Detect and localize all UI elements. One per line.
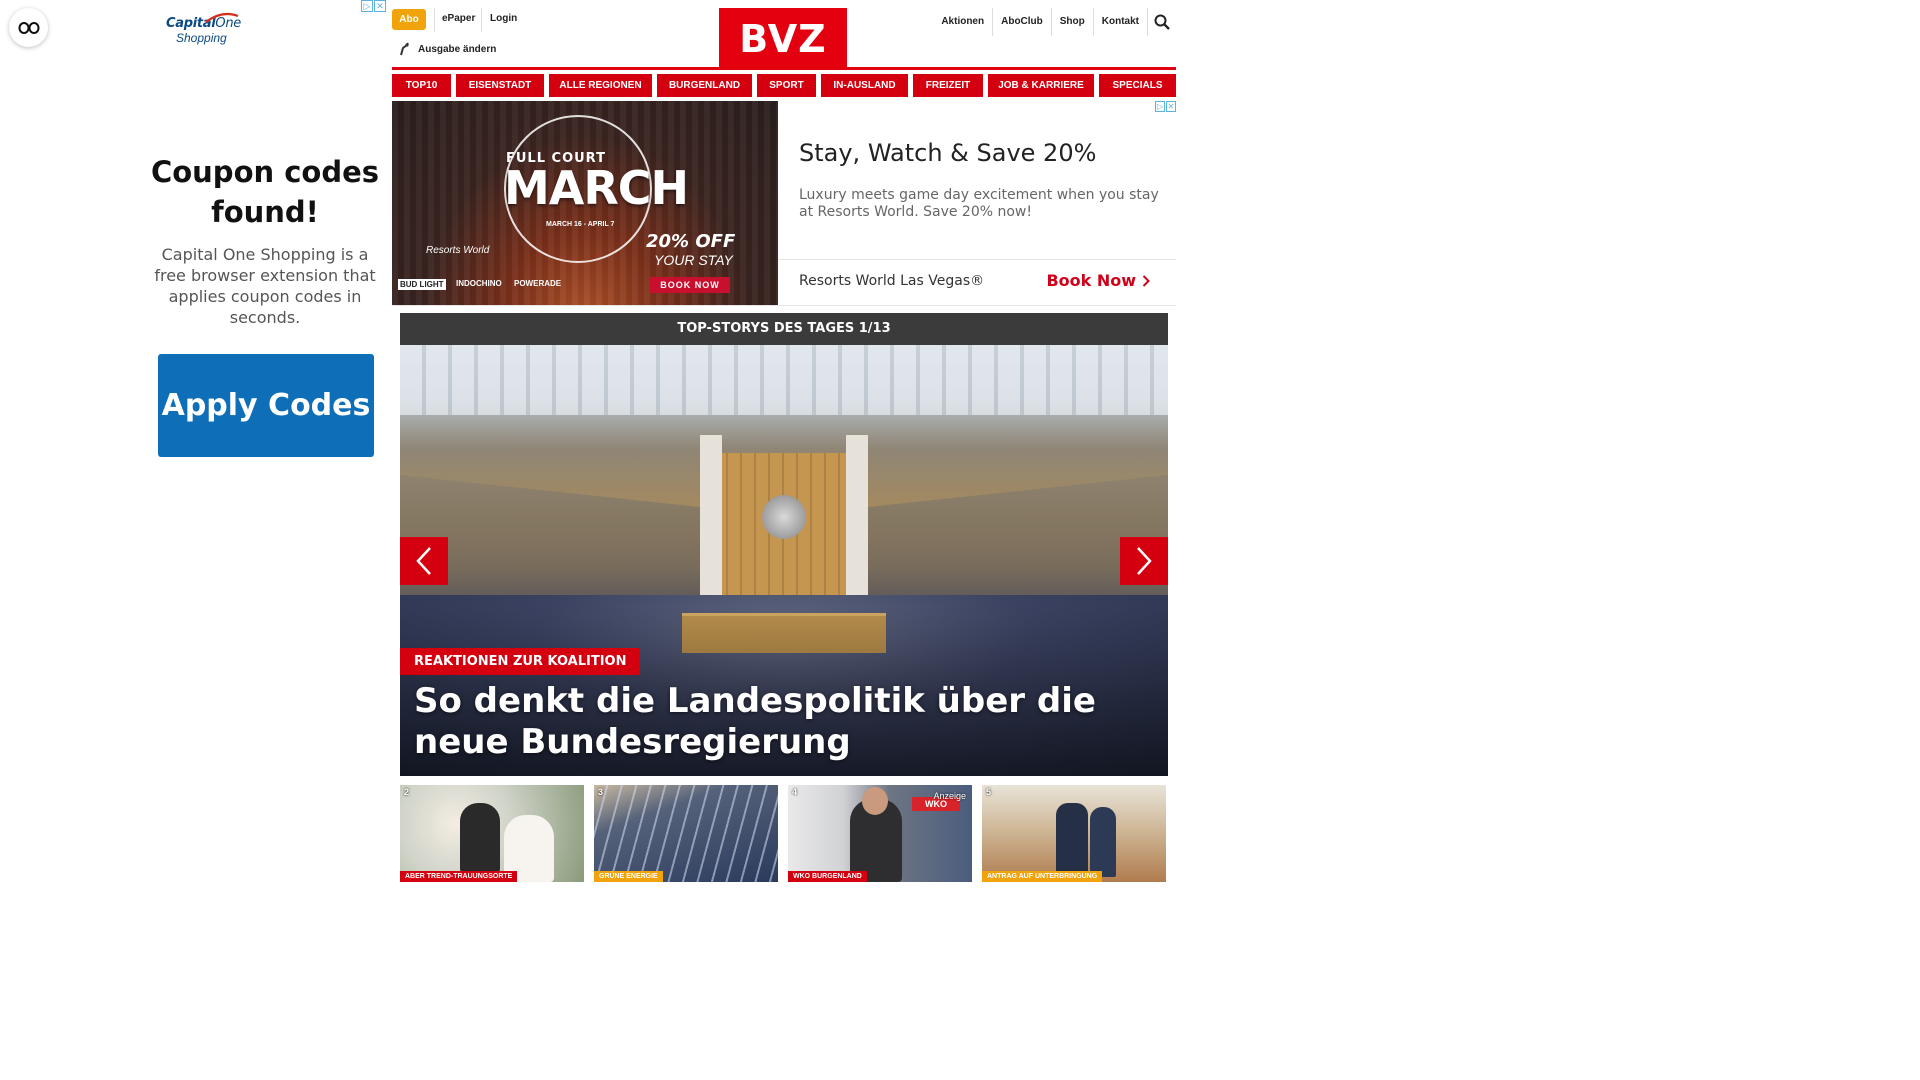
story-thumbnails: 2 ABER TREND-TRAUUNGSORTE 3 GRÜNE ENERGI… [400, 785, 1168, 882]
thumb-story-2[interactable]: 2 ABER TREND-TRAUUNGSORTE [400, 785, 584, 882]
anzeige-label: Anzeige [933, 791, 966, 801]
coupon-description: Capital One Shopping is a free browser e… [154, 245, 376, 327]
sponsor-indochino: INDOCHINO [456, 279, 502, 288]
kontakt-link[interactable]: Kontakt [1094, 8, 1148, 36]
hero-story[interactable]: REAKTIONEN ZUR KOALITION So denkt die La… [400, 345, 1168, 776]
ad-text[interactable]: ▷ ✕ Stay, Watch & Save 20% Luxury meets … [778, 101, 1176, 305]
resorts-world-ad[interactable]: FULL COURT MARCH MARCH 16 - APRIL 7 Reso… [392, 101, 1176, 305]
eagle-emblem [762, 495, 806, 539]
nav-eisenstadt[interactable]: EISENSTADT [456, 74, 544, 97]
shop-link[interactable]: Shop [1052, 8, 1094, 36]
thumb-number: 5 [986, 787, 992, 797]
ad-choices[interactable]: ▷ ✕ [361, 0, 386, 12]
thumb-story-4[interactable]: WKO Anzeige 4 WKO BURGENLAND [788, 785, 972, 882]
ad-info-icon[interactable]: ▷ [361, 0, 373, 12]
search-icon [1154, 14, 1170, 30]
brand-sub: Shopping [176, 31, 227, 45]
capital-one-logo: CapitalOne Shopping [166, 12, 241, 45]
ad-img-main: MARCH [504, 161, 689, 215]
ad-divider [778, 259, 1176, 260]
apply-codes-button[interactable]: Apply Codes [158, 354, 374, 457]
ad-img-dates: MARCH 16 - APRIL 7 [546, 221, 615, 228]
prev-slide-button[interactable] [400, 537, 448, 585]
nav-top10[interactable]: TOP10 [392, 74, 451, 97]
ad-close-icon[interactable]: ✕ [374, 0, 386, 12]
ad-advertiser[interactable]: Resorts World Las Vegas® [799, 273, 984, 289]
main-nav: TOP10 EISENSTADT ALLE REGIONEN BURGENLAN… [392, 74, 1176, 97]
sponsor-powerade: POWERADE [514, 279, 562, 288]
ad-headline[interactable]: Stay, Watch & Save 20% [799, 139, 1096, 167]
divider [481, 8, 482, 32]
search-button[interactable] [1148, 8, 1176, 36]
next-slide-button[interactable] [1120, 537, 1168, 585]
banner-divider [392, 305, 1176, 306]
top-stories: TOP-STORYS DES TAGES 1/13 REAKTIONEN ZUR… [400, 313, 1168, 776]
hero-ceiling [400, 345, 1168, 415]
thumb-tag: ABER TREND-TRAUUNGSORTE [400, 871, 518, 882]
thumb-story-5[interactable]: 5 ANTRAG AUF UNTERBRINGUNG [982, 785, 1166, 882]
ad-img-stay: YOUR STAY [654, 252, 733, 268]
nav-in-ausland[interactable]: IN-AUSLAND [821, 74, 908, 97]
top-stories-header: TOP-STORYS DES TAGES 1/13 [400, 313, 1168, 345]
header-right-links: Aktionen AboClub Shop Kontakt [933, 8, 1176, 36]
aktionen-link[interactable]: Aktionen [933, 8, 994, 36]
ad-close-icon[interactable]: ✕ [1166, 101, 1176, 112]
chevron-right-icon [1137, 547, 1152, 575]
nav-burgenland[interactable]: BURGENLAND [657, 74, 752, 97]
swoosh-icon [205, 12, 239, 23]
book-now-button[interactable]: Book Now [1046, 271, 1150, 290]
thumb-tag: GRÜNE ENERGIE [594, 871, 663, 882]
thumb-story-3[interactable]: 3 GRÜNE ENERGIE [594, 785, 778, 882]
aboclub-link[interactable]: AboClub [993, 8, 1052, 36]
extension-button[interactable] [9, 8, 48, 47]
thumb-tag: ANTRAG AUF UNTERBRINGUNG [982, 871, 1103, 882]
ad-img-off: 20% OFF [646, 231, 736, 252]
nav-specials[interactable]: SPECIALS [1099, 74, 1176, 97]
bvz-logo[interactable]: BVZ [719, 8, 847, 68]
ad-info-icon[interactable]: ▷ [1155, 101, 1165, 112]
edition-switch[interactable]: Ausgabe ändern [398, 42, 496, 56]
thumb-number: 2 [404, 787, 410, 797]
divider [434, 8, 435, 32]
hero-title[interactable]: So denkt die Landespolitik über die neue… [414, 681, 1154, 763]
hero-kicker[interactable]: REAKTIONEN ZUR KOALITION [400, 648, 641, 675]
ad-image[interactable]: FULL COURT MARCH MARCH 16 - APRIL 7 Reso… [392, 101, 778, 305]
nav-sport[interactable]: SPORT [757, 74, 816, 97]
edition-icon [400, 42, 409, 56]
abo-button[interactable]: Abo [392, 9, 426, 30]
thumb-tag: WKO BURGENLAND [788, 871, 867, 882]
thumb-number: 4 [792, 787, 798, 797]
thumb-person [1090, 807, 1116, 877]
thumb-number: 3 [598, 787, 604, 797]
chevron-left-icon [416, 547, 431, 575]
solar-panels [594, 785, 778, 882]
ad-img-book-now[interactable]: BOOK NOW [650, 277, 730, 293]
book-now-label: Book Now [1046, 271, 1136, 290]
ad-choices[interactable]: ▷ ✕ [1155, 101, 1176, 112]
nav-freizeit[interactable]: FREIZEIT [913, 74, 983, 97]
nav-alle-regionen[interactable]: ALLE REGIONEN [549, 74, 652, 97]
capital-one-ad: ▷ ✕ CapitalOne Shopping Coupon codes fou… [140, 0, 390, 488]
coupon-title: Coupon codes found! [150, 155, 380, 229]
thumb-head [862, 787, 888, 815]
site-header: Abo ePaper Login Ausgabe ändern BVZ Akti… [392, 0, 1176, 70]
epaper-link[interactable]: ePaper [442, 13, 475, 24]
ad-body: Luxury meets game day excitement when yo… [799, 187, 1159, 220]
link-glasses-icon [18, 21, 39, 34]
sponsor-budlight: BUD LIGHT [398, 279, 446, 290]
nav-job-karriere[interactable]: JOB & KARRIERE [988, 74, 1094, 97]
edition-label: Ausgabe ändern [418, 43, 497, 55]
thumb-figure [460, 803, 500, 873]
thumb-person [1056, 803, 1088, 875]
ad-img-resorts: Resorts World [426, 245, 490, 256]
header-divider [392, 67, 1176, 70]
chevron-right-icon [1142, 274, 1150, 287]
login-link[interactable]: Login [490, 13, 517, 24]
